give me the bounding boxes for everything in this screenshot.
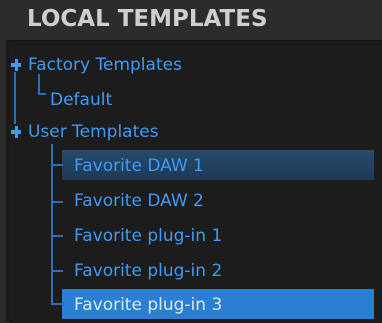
tree-group-user-templates[interactable]: User Templates xyxy=(28,122,159,142)
tree-item-favorite-plug-in-2[interactable]: Favorite plug-in 2 xyxy=(74,261,222,281)
tree-line xyxy=(51,144,53,305)
tree-line xyxy=(51,164,63,166)
tree-line xyxy=(14,72,16,124)
tree-group-factory-templates[interactable]: Factory Templates xyxy=(28,55,182,75)
tree-line xyxy=(51,235,63,237)
tree-item-favorite-plug-in-1[interactable]: Favorite plug-in 1 xyxy=(74,226,222,246)
tree-line xyxy=(51,303,63,305)
tree-line xyxy=(51,201,63,203)
tree-item-default[interactable]: Default xyxy=(50,90,112,110)
panel-title: LOCAL TEMPLATES xyxy=(27,6,268,32)
tree-line xyxy=(51,270,63,272)
tree-item-favorite-daw-2[interactable]: Favorite DAW 2 xyxy=(74,191,204,211)
tree-line xyxy=(38,93,46,95)
tree-line xyxy=(38,74,40,94)
expand-collapse-icon[interactable] xyxy=(11,126,21,138)
tree-item-favorite-plug-in-3[interactable]: Favorite plug-in 3 xyxy=(74,295,222,315)
expand-collapse-icon[interactable] xyxy=(11,59,21,71)
tree-item-favorite-daw-1[interactable]: Favorite DAW 1 xyxy=(74,156,204,176)
